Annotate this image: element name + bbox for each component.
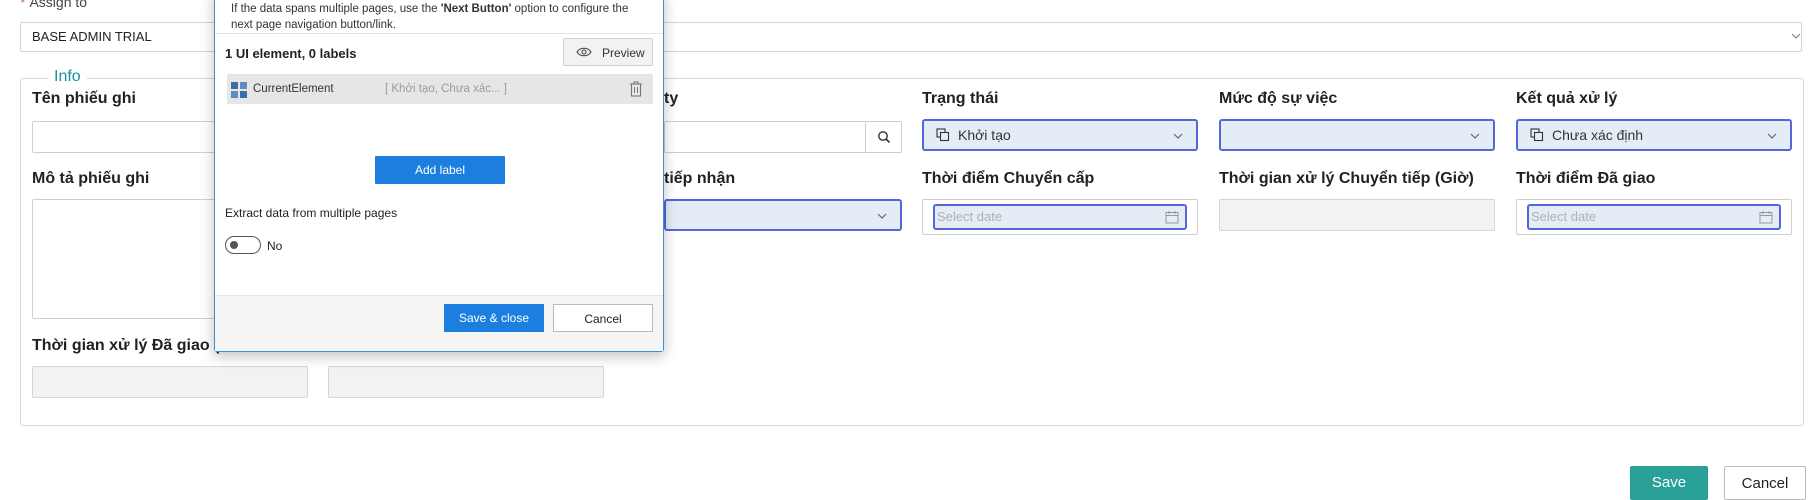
- mo-ta-textarea[interactable]: [32, 199, 216, 319]
- divider: [215, 295, 663, 296]
- ket-qua-value: Chưa xác định: [1552, 127, 1644, 143]
- thoi-diem-chuyen-cap-label: Thời điểm Chuyển cấp: [922, 170, 1095, 187]
- extract-data-dialog: If the data spans multiple pages, use th…: [214, 0, 664, 352]
- chevron-down-icon: [1470, 133, 1480, 139]
- muc-do-select[interactable]: [1219, 119, 1495, 151]
- thoi-diem-da-giao-label: Thời điểm Đã giao: [1516, 170, 1656, 187]
- thoi-gian-da-giao-input: [32, 366, 308, 398]
- element-values: [ Khởi tạo, Chưa xác... ]: [385, 83, 507, 95]
- divider: [215, 33, 663, 34]
- calendar-icon: [1165, 211, 1179, 224]
- copy-icon: [936, 128, 950, 142]
- chevron-down-icon: [1791, 33, 1801, 39]
- thoi-diem-da-giao-field: Select date: [1516, 199, 1792, 235]
- search-icon: [877, 131, 890, 144]
- assign-to-label: * Assign to: [20, 0, 88, 10]
- second-duration-input: [328, 366, 604, 398]
- tiep-nhan-select[interactable]: [664, 199, 902, 231]
- date-placeholder: Select date: [1531, 209, 1597, 224]
- search-button[interactable]: [865, 122, 901, 152]
- multipage-toggle[interactable]: [225, 236, 261, 254]
- preview-label: Preview: [602, 46, 645, 60]
- chevron-down-icon: [1173, 133, 1183, 139]
- trash-icon[interactable]: [629, 81, 643, 97]
- priority-label: ty: [664, 90, 679, 107]
- ten-phieu-ghi-label: Tên phiếu ghi: [32, 90, 136, 107]
- priority-lookup-input[interactable]: [664, 121, 902, 153]
- save-close-button[interactable]: Save & close: [444, 304, 544, 332]
- chevron-down-icon: [877, 213, 887, 219]
- ten-phieu-ghi-input[interactable]: [32, 121, 216, 153]
- element-count: 1 UI element, 0 labels: [225, 46, 357, 61]
- save-button[interactable]: Save: [1630, 466, 1708, 500]
- thoi-gian-chuyen-tiep-label: Thời gian xử lý Chuyển tiếp (Giờ): [1219, 170, 1474, 187]
- muc-do-label: Mức độ sự việc: [1219, 90, 1338, 107]
- dialog-cancel-button[interactable]: Cancel: [553, 304, 653, 332]
- thoi-diem-chuyen-cap-field: Select date: [922, 199, 1198, 235]
- trang-thai-value: Khởi tạo: [958, 127, 1011, 143]
- preview-button[interactable]: Preview: [563, 38, 653, 66]
- copy-icon: [1530, 128, 1544, 142]
- tiep-nhan-label: tiếp nhận: [664, 170, 736, 187]
- ui-element-row[interactable]: CurrentElement [ Khởi tạo, Chưa xác... ]: [227, 74, 653, 104]
- chevron-down-icon: [1767, 133, 1777, 139]
- table-grid-icon: [231, 82, 247, 98]
- toggle-knob: [230, 241, 238, 249]
- trang-thai-label: Trạng thái: [922, 90, 999, 107]
- date-placeholder: Select date: [937, 209, 1003, 224]
- assign-to-value: BASE ADMIN TRIAL: [32, 29, 152, 44]
- thoi-diem-da-giao-datepicker[interactable]: Select date: [1527, 204, 1781, 230]
- thoi-diem-chuyen-cap-datepicker[interactable]: Select date: [933, 204, 1187, 230]
- trang-thai-select[interactable]: Khởi tạo: [922, 119, 1198, 151]
- calendar-icon: [1759, 211, 1773, 224]
- info-legend: Info: [48, 68, 87, 86]
- thoi-gian-chuyen-tiep-input: [1219, 199, 1495, 231]
- mo-ta-label: Mô tả phiếu ghi: [32, 170, 150, 187]
- toggle-state-label: No: [267, 239, 283, 253]
- add-label-button[interactable]: Add label: [375, 156, 505, 184]
- thoi-gian-da-giao-label: Thời gian xử lý Đã giao (G: [32, 337, 232, 354]
- eye-icon: [576, 47, 592, 57]
- cancel-button[interactable]: Cancel: [1724, 466, 1806, 500]
- dialog-hint: If the data spans multiple pages, use th…: [231, 3, 629, 31]
- element-name: CurrentElement: [253, 83, 334, 95]
- ket-qua-label: Kết quả xử lý: [1516, 90, 1618, 107]
- extract-multipage-label: Extract data from multiple pages: [225, 206, 398, 220]
- ket-qua-select[interactable]: Chưa xác định: [1516, 119, 1792, 151]
